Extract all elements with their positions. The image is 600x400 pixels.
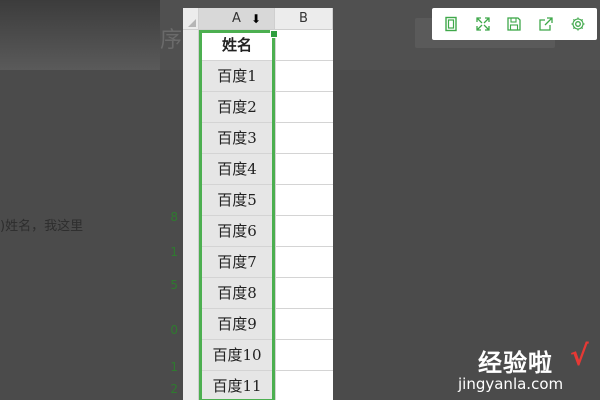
cell-b[interactable] xyxy=(275,185,333,216)
cell-b[interactable] xyxy=(275,154,333,185)
fullscreen-button[interactable] xyxy=(470,11,496,37)
watermark-main-text: 经验啦 xyxy=(478,349,553,377)
name-cell[interactable]: 百度1 xyxy=(199,61,275,92)
name-cell[interactable]: 百度9 xyxy=(199,309,275,340)
background-row-number: 5 xyxy=(170,278,178,292)
cell-b[interactable] xyxy=(275,371,333,400)
column-select-arrow-icon: ⬇ xyxy=(251,12,262,26)
name-cell[interactable]: 百度7 xyxy=(199,247,275,278)
settings-button[interactable] xyxy=(565,11,591,37)
cell-b[interactable] xyxy=(275,216,333,247)
cell-b[interactable] xyxy=(275,309,333,340)
fill-handle[interactable] xyxy=(270,30,278,38)
fit-page-button[interactable] xyxy=(438,11,464,37)
share-button[interactable] xyxy=(533,11,559,37)
fit-page-icon xyxy=(445,16,457,32)
cell-b[interactable] xyxy=(275,92,333,123)
name-cell[interactable]: 百度11 xyxy=(199,371,275,400)
background-row-number: 1 xyxy=(170,245,178,259)
cell-b[interactable] xyxy=(275,278,333,309)
name-cell[interactable]: 百度4 xyxy=(199,154,275,185)
share-icon xyxy=(539,17,553,31)
select-all-corner[interactable] xyxy=(183,8,199,30)
floating-toolbar xyxy=(432,8,597,40)
cell-b[interactable] xyxy=(275,123,333,154)
background-row-number: 1 xyxy=(170,360,178,374)
name-cell[interactable]: 百度10 xyxy=(199,340,275,371)
name-cell[interactable]: 百度6 xyxy=(199,216,275,247)
column-label-a: A xyxy=(232,11,241,26)
header-cell-name[interactable]: 姓名 xyxy=(199,30,275,61)
name-cell[interactable]: 百度8 xyxy=(199,278,275,309)
column-header-a[interactable]: A ⬇ xyxy=(199,8,275,30)
save-icon xyxy=(507,17,522,31)
name-cell[interactable]: 百度3 xyxy=(199,123,275,154)
settings-icon xyxy=(571,17,585,31)
save-button[interactable] xyxy=(501,11,527,37)
fullscreen-icon xyxy=(476,17,490,31)
watermark-url: jingyanla.com xyxy=(458,375,564,393)
name-cell[interactable]: 百度5 xyxy=(199,185,275,216)
background-row-number: 8 xyxy=(170,210,178,224)
cell-b[interactable] xyxy=(275,30,333,61)
watermark-check-icon: √ xyxy=(570,339,589,372)
background-row-number: 2 xyxy=(170,382,178,396)
cell-b[interactable] xyxy=(275,247,333,278)
cell-b[interactable] xyxy=(275,340,333,371)
background-row-numbers: 8 1 5 0 1 2 xyxy=(158,210,182,400)
spreadsheet-panel: A ⬇ B 姓名 百度1 百度2 百度3 百度4 百度5 百度6 百度7 百度8… xyxy=(183,8,333,400)
watermark-logo: 经验啦 √ jingyanla.com xyxy=(450,339,595,395)
background-row-number: 0 xyxy=(170,323,178,337)
column-header-b[interactable]: B xyxy=(275,8,333,30)
cell-b[interactable] xyxy=(275,61,333,92)
row-number-gutter xyxy=(183,30,199,400)
background-title-fragment: 序 xyxy=(160,28,183,53)
background-text-fragment: )姓名，我这里 xyxy=(0,219,84,234)
name-cell[interactable]: 百度2 xyxy=(199,92,275,123)
